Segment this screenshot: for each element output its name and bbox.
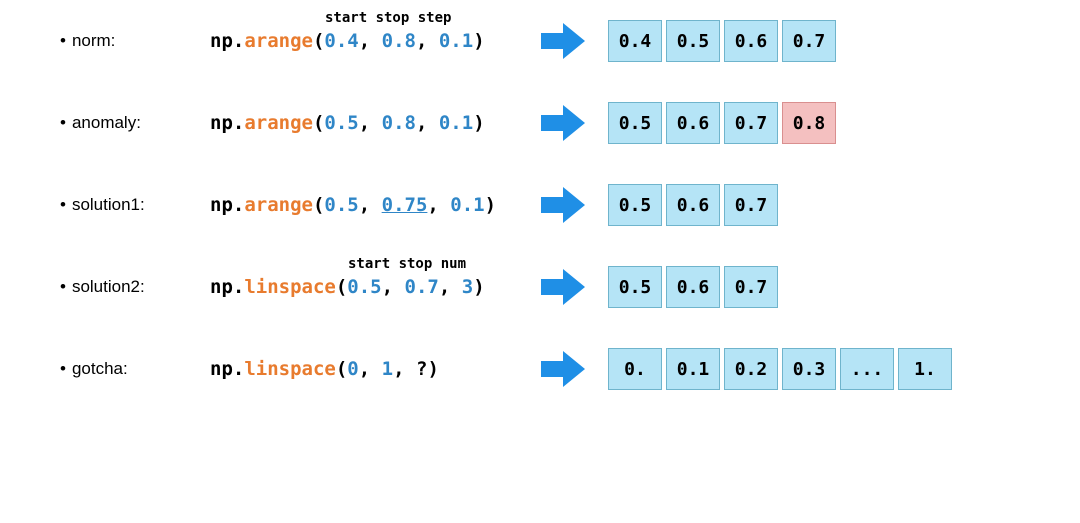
bullet-icon: • bbox=[60, 277, 66, 296]
example-row: • norm: start stop stepnp.arange(0.4, 0.8,… bbox=[40, 20, 1040, 62]
label-text: solution1: bbox=[72, 195, 145, 214]
bullet-icon: • bbox=[60, 359, 66, 378]
label-text: solution2: bbox=[72, 277, 145, 296]
array-cell: 0.3 bbox=[782, 348, 836, 390]
arrow bbox=[538, 23, 588, 59]
row-label: • solution2: bbox=[40, 277, 210, 297]
arrow bbox=[538, 187, 588, 223]
bullet-icon: • bbox=[60, 113, 66, 132]
array-cell: 0.6 bbox=[724, 20, 778, 62]
array-cell: 0.7 bbox=[782, 20, 836, 62]
example-row: • gotcha: np.linspace(0, 1, ?) 0.0.10.20.3.… bbox=[40, 348, 1040, 390]
code-expression: np.arange(0.4, 0.8, 0.1) bbox=[210, 30, 530, 52]
array-cell: ... bbox=[840, 348, 894, 390]
code-wrap: start stop stepnp.arange(0.4, 0.8, 0.1) bbox=[210, 30, 530, 52]
bullet-icon: • bbox=[60, 31, 66, 50]
arrow bbox=[538, 269, 588, 305]
example-row: • solution2: start stop numnp.linspace(0.5… bbox=[40, 266, 1040, 308]
array-cell: 0.1 bbox=[666, 348, 720, 390]
code-expression: np.linspace(0.5, 0.7, 3) bbox=[210, 276, 530, 298]
example-row: •anomaly:np.arange(0.5, 0.8, 0.1)0.50.60… bbox=[40, 102, 1040, 144]
arrow-right-icon bbox=[541, 187, 585, 223]
label-text: gotcha: bbox=[72, 359, 128, 378]
arrow-right-icon bbox=[541, 269, 585, 305]
row-label: • norm: bbox=[40, 31, 210, 51]
array-cell: 0.5 bbox=[608, 266, 662, 308]
array-cell: 0.2 bbox=[724, 348, 778, 390]
arrow-right-icon bbox=[541, 23, 585, 59]
array-cell: 0.6 bbox=[666, 184, 720, 226]
param-annotation: start stop step bbox=[325, 10, 451, 26]
code-expression: np.arange(0.5, 0.8, 0.1) bbox=[210, 112, 530, 134]
row-label: • solution1: bbox=[40, 195, 210, 215]
output-array: 0.40.50.60.7 bbox=[608, 20, 836, 62]
diagram-container: • norm: start stop stepnp.arange(0.4, 0.8,… bbox=[40, 20, 1040, 390]
array-cell: 0.5 bbox=[666, 20, 720, 62]
code-wrap: np.arange(0.5, 0.8, 0.1) bbox=[210, 112, 530, 134]
output-array: 0.50.60.70.8 bbox=[608, 102, 836, 144]
row-label: • anomaly: bbox=[40, 113, 210, 133]
label-text: norm: bbox=[72, 31, 115, 50]
bullet-icon: • bbox=[60, 195, 66, 214]
code-wrap: np.linspace(0, 1, ?) bbox=[210, 358, 530, 380]
array-cell-anomaly: 0.8 bbox=[782, 102, 836, 144]
row-label: • gotcha: bbox=[40, 359, 210, 379]
example-row: •solution1:np.arange(0.5, 0.75, 0.1)0.50… bbox=[40, 184, 1040, 226]
array-cell: 0.7 bbox=[724, 102, 778, 144]
array-cell: 1. bbox=[898, 348, 952, 390]
array-cell: 0.7 bbox=[724, 184, 778, 226]
code-wrap: start stop numnp.linspace(0.5, 0.7, 3) bbox=[210, 276, 530, 298]
code-expression: np.linspace(0, 1, ?) bbox=[210, 358, 530, 380]
array-cell: 0.6 bbox=[666, 102, 720, 144]
label-text: anomaly: bbox=[72, 113, 141, 132]
array-cell: 0.7 bbox=[724, 266, 778, 308]
output-array: 0.0.10.20.3...1. bbox=[608, 348, 952, 390]
array-cell: 0. bbox=[608, 348, 662, 390]
array-cell: 0.6 bbox=[666, 266, 720, 308]
output-array: 0.50.60.7 bbox=[608, 266, 778, 308]
array-cell: 0.5 bbox=[608, 102, 662, 144]
array-cell: 0.4 bbox=[608, 20, 662, 62]
arrow bbox=[538, 351, 588, 387]
code-expression: np.arange(0.5, 0.75, 0.1) bbox=[210, 194, 530, 216]
arrow-right-icon bbox=[541, 105, 585, 141]
code-wrap: np.arange(0.5, 0.75, 0.1) bbox=[210, 194, 530, 216]
param-annotation: start stop num bbox=[348, 256, 466, 272]
output-array: 0.50.60.7 bbox=[608, 184, 778, 226]
arrow bbox=[538, 105, 588, 141]
arrow-right-icon bbox=[541, 351, 585, 387]
array-cell: 0.5 bbox=[608, 184, 662, 226]
